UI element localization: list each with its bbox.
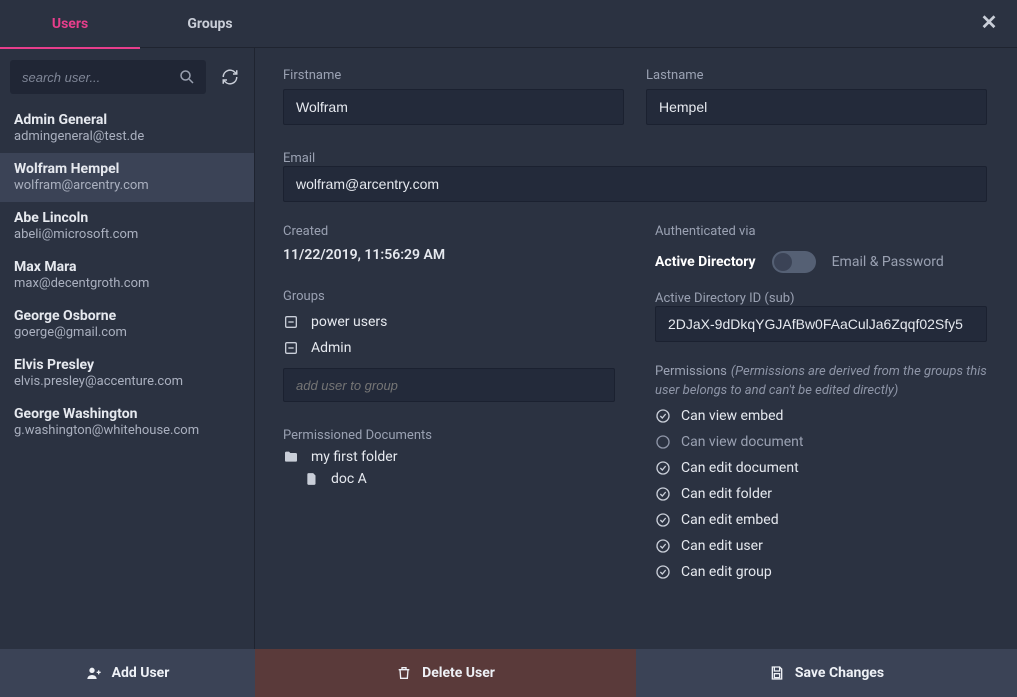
check-circle-icon: [655, 460, 671, 476]
permission-label: Can edit group: [681, 564, 772, 580]
user-name: Admin General: [14, 112, 240, 128]
delete-user-button[interactable]: Delete User: [255, 649, 636, 697]
save-icon: [769, 665, 785, 681]
user-name: George Osborne: [14, 308, 240, 324]
permission-item: Can edit folder: [655, 486, 987, 502]
check-circle-icon: [655, 408, 671, 424]
user-list-item[interactable]: Max Mara max@decentgroth.com: [0, 251, 254, 300]
permissions-label: Permissions: [655, 364, 727, 379]
permission-label: Can view embed: [681, 408, 783, 424]
permission-label: Can edit embed: [681, 512, 779, 528]
tab-users[interactable]: Users: [0, 0, 140, 48]
user-detail-panel: Firstname Lastname Email Created 11/22/2…: [255, 48, 1017, 649]
user-list-item[interactable]: George Washington g.washington@whitehous…: [0, 398, 254, 447]
user-list-item[interactable]: George Osborne goerge@gmail.com: [0, 300, 254, 349]
permission-item: Can edit document: [655, 460, 987, 476]
permission-item: Can edit group: [655, 564, 987, 580]
firstname-input[interactable]: [283, 89, 624, 125]
search-input[interactable]: [10, 60, 206, 94]
permission-label: Can edit document: [681, 460, 799, 476]
user-email: abeli@microsoft.com: [14, 227, 240, 242]
check-circle-icon: [655, 512, 671, 528]
folder-icon: [283, 449, 299, 465]
permdoc-folder-name: my first folder: [311, 449, 397, 465]
permission-item: Can edit user: [655, 538, 987, 554]
save-changes-button[interactable]: Save Changes: [636, 649, 1017, 697]
adid-input[interactable]: [655, 306, 987, 342]
user-email: max@decentgroth.com: [14, 276, 240, 291]
group-name: power users: [311, 314, 387, 330]
search-wrapper: [10, 60, 206, 94]
user-name: Wolfram Hempel: [14, 161, 240, 177]
permdoc-folder[interactable]: my first folder: [283, 449, 615, 465]
permission-item: Can view embed: [655, 408, 987, 424]
user-list-item[interactable]: Elvis Presley elvis.presley@accenture.co…: [0, 349, 254, 398]
firstname-label: Firstname: [283, 68, 624, 83]
user-email: elvis.presley@accenture.com: [14, 374, 240, 389]
email-label: Email: [283, 151, 315, 166]
add-user-icon: [86, 665, 102, 681]
email-input[interactable]: [283, 166, 987, 202]
groups-label: Groups: [283, 289, 325, 304]
permission-item: Can edit embed: [655, 512, 987, 528]
user-name: Abe Lincoln: [14, 210, 240, 226]
save-changes-label: Save Changes: [795, 665, 884, 681]
remove-icon: [283, 340, 299, 356]
add-group-input[interactable]: [283, 368, 615, 402]
add-user-button[interactable]: Add User: [0, 649, 255, 697]
permission-label: Can edit folder: [681, 486, 772, 502]
permdocs-label: Permissioned Documents: [283, 428, 432, 443]
permission-label: Can edit user: [681, 538, 763, 554]
auth-option-ad[interactable]: Active Directory: [655, 254, 756, 270]
auth-label: Authenticated via: [655, 224, 987, 239]
user-list: Admin General admingeneral@test.de Wolfr…: [0, 104, 254, 649]
close-icon[interactable]: ✕: [977, 10, 1001, 34]
refresh-button[interactable]: [216, 63, 244, 91]
group-entry[interactable]: power users: [283, 314, 615, 330]
user-list-item[interactable]: Wolfram Hempel wolfram@arcentry.com: [0, 153, 254, 202]
user-name: Max Mara: [14, 259, 240, 275]
check-circle-icon: [655, 486, 671, 502]
user-list-item[interactable]: Admin General admingeneral@test.de: [0, 104, 254, 153]
tab-groups[interactable]: Groups: [140, 0, 280, 48]
user-sidebar: Admin General admingeneral@test.de Wolfr…: [0, 48, 255, 649]
delete-user-label: Delete User: [422, 665, 495, 681]
permdoc-file-name: doc A: [331, 471, 367, 487]
lastname-input[interactable]: [646, 89, 987, 125]
trash-icon: [396, 665, 412, 681]
user-email: goerge@gmail.com: [14, 325, 240, 340]
file-icon: [305, 472, 319, 486]
auth-option-email[interactable]: Email & Password: [832, 254, 944, 270]
user-name: George Washington: [14, 406, 240, 422]
lastname-label: Lastname: [646, 68, 987, 83]
footer-actions: Add User Delete User Save Changes: [0, 649, 1017, 697]
user-email: g.washington@whitehouse.com: [14, 423, 240, 438]
check-circle-icon: [655, 564, 671, 580]
user-list-item[interactable]: Abe Lincoln abeli@microsoft.com: [0, 202, 254, 251]
group-entry[interactable]: Admin: [283, 340, 615, 356]
user-name: Elvis Presley: [14, 357, 240, 373]
auth-toggle[interactable]: [772, 251, 816, 273]
permdoc-file[interactable]: doc A: [283, 471, 615, 487]
created-label: Created: [283, 224, 615, 239]
remove-icon: [283, 314, 299, 330]
search-icon: [178, 68, 196, 86]
tab-bar: Users Groups ✕: [0, 0, 1017, 48]
permission-label: Can view document: [681, 434, 803, 450]
adid-label: Active Directory ID (sub): [655, 291, 795, 306]
group-name: Admin: [311, 340, 351, 356]
circle-icon: [655, 434, 671, 450]
created-value: 11/22/2019, 11:56:29 AM: [283, 247, 615, 263]
check-circle-icon: [655, 538, 671, 554]
add-user-label: Add User: [112, 665, 170, 681]
permission-item: Can view document: [655, 434, 987, 450]
user-email: wolfram@arcentry.com: [14, 178, 240, 193]
user-email: admingeneral@test.de: [14, 129, 240, 144]
